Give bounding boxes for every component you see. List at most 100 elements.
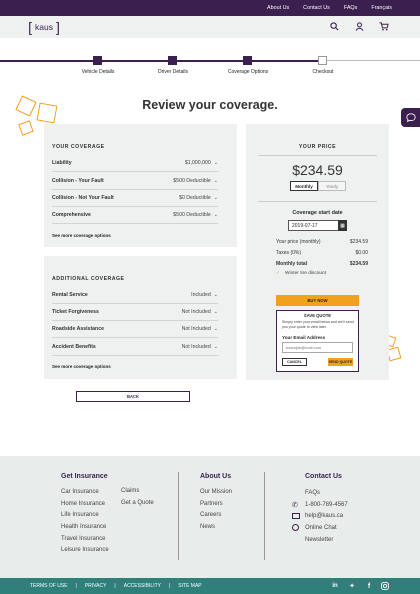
chevron-down-icon[interactable]: ⌄ xyxy=(214,344,218,350)
addon-row-roadside[interactable]: Roadside Assistance Not Included ⌄ xyxy=(52,321,218,338)
email-label: Your Email Address xyxy=(282,335,326,340)
page-title: Review your coverage. xyxy=(142,98,278,112)
addon-row-accident-benefits[interactable]: Accident Benefits Not Included ⌄ xyxy=(52,339,218,356)
footer-claims-list: Claims Get a Quote xyxy=(121,488,154,506)
search-icon[interactable] xyxy=(328,20,340,32)
linkedin-icon[interactable]: in xyxy=(330,581,340,591)
step-marker-driver[interactable] xyxy=(168,56,177,65)
sitemap-link[interactable]: SITE MAP xyxy=(178,583,201,589)
footer-email[interactable]: help@kaus.ca xyxy=(305,513,343,519)
footer-newsletter[interactable]: Newsletter xyxy=(305,537,333,543)
step-marker-checkout[interactable] xyxy=(318,56,327,65)
footer-link[interactable]: Leisure Insurance xyxy=(61,547,109,553)
deco-square xyxy=(18,120,34,136)
coverage-row-collision-not-your-fault[interactable]: Collision - Not Your Fault $0 Deductible… xyxy=(52,190,218,207)
step-label-driver: Driver Details xyxy=(157,69,188,75)
see-more-coverage-link[interactable]: See more coverage options xyxy=(52,233,111,238)
addon-label: Ticket Forgiveness xyxy=(52,309,99,315)
your-price-title: YOUR PRICE xyxy=(298,144,337,150)
chevron-down-icon[interactable]: ⌄ xyxy=(214,160,218,166)
user-icon[interactable] xyxy=(353,20,365,32)
chevron-down-icon[interactable]: ⌄ xyxy=(214,212,218,218)
separator: | xyxy=(168,583,171,589)
logo[interactable]: [ kaus ] xyxy=(28,18,60,35)
discount-label: Winter tire discount xyxy=(285,271,327,276)
step-label-checkout: Checkout xyxy=(312,69,334,75)
language-link[interactable]: Français xyxy=(371,5,392,11)
see-more-additional-link[interactable]: See more coverage options xyxy=(52,364,111,369)
addon-label: Accident Benefits xyxy=(52,344,96,350)
coverage-row-liability[interactable]: Liability $1,000,000 ⌄ xyxy=(52,155,218,172)
footer-link[interactable]: News xyxy=(200,524,232,530)
price-amount: $234.59 xyxy=(292,162,343,178)
logo-bracket-left: [ xyxy=(28,18,33,35)
footer-get-insurance-title: Get Insurance xyxy=(61,473,108,480)
chevron-down-icon[interactable]: ⌄ xyxy=(214,326,218,332)
price-line-label: Monthly total xyxy=(276,261,308,267)
footer-link[interactable]: Car Insurance xyxy=(61,489,109,495)
logo-text: kaus xyxy=(35,21,53,32)
price-line-value: $234.59 xyxy=(349,261,368,267)
footer-faqs-link[interactable]: FAQs xyxy=(305,490,320,496)
footer-link[interactable]: Travel Insurance xyxy=(61,536,109,542)
footer-link[interactable]: Home Insurance xyxy=(61,501,109,507)
phone-icon: ✆ xyxy=(292,502,298,509)
coverage-label: Liability xyxy=(52,160,72,166)
instagram-icon[interactable] xyxy=(380,581,390,591)
footer-link[interactable]: Claims xyxy=(121,488,154,494)
price-line-total: Monthly total $234.59 xyxy=(276,261,368,267)
monthly-toggle[interactable]: Monthly xyxy=(290,181,318,191)
cancel-button[interactable]: CANCEL xyxy=(282,358,307,366)
back-button[interactable]: BACK xyxy=(76,391,190,402)
footer-link[interactable]: Get a Quote xyxy=(121,500,154,506)
price-line-value: $234.59 xyxy=(349,239,368,245)
separator: | xyxy=(114,583,116,589)
footer-online-chat[interactable]: Online Chat xyxy=(305,525,337,531)
step-marker-vehicle[interactable] xyxy=(93,56,102,65)
calendar-icon[interactable]: ▦ xyxy=(338,220,347,231)
contact-link[interactable]: Contact Us xyxy=(303,5,330,11)
logo-bracket-right: ] xyxy=(55,18,60,35)
facebook-icon[interactable]: f xyxy=(364,581,374,591)
coverage-row-collision-your-fault[interactable]: Collision - Your Fault $500 Deductible ⌄ xyxy=(52,173,218,190)
addon-row-rental[interactable]: Rental Service Included ⌄ xyxy=(52,287,218,304)
chevron-down-icon[interactable]: ⌄ xyxy=(214,195,218,201)
footer-link[interactable]: Health Insurance xyxy=(61,524,109,530)
addon-value: Not Included xyxy=(181,309,211,315)
email-input[interactable] xyxy=(282,342,353,353)
chevron-down-icon[interactable]: ⌄ xyxy=(214,309,218,315)
terms-link[interactable]: TERMS OF USE xyxy=(30,583,68,589)
footer-link[interactable]: Our Mission xyxy=(200,489,232,495)
privacy-link[interactable]: PRIVACY xyxy=(85,583,107,589)
additional-coverage-title: ADDITIONAL COVERAGE xyxy=(52,276,125,282)
start-date-label: Coverage start date xyxy=(292,210,343,216)
footer-link[interactable]: Life Insurance xyxy=(61,512,109,518)
save-quote-title: SAVE QUOTE xyxy=(303,313,332,318)
addon-row-ticket-forgiveness[interactable]: Ticket Forgiveness Not Included ⌄ xyxy=(52,304,218,321)
step-marker-coverage[interactable] xyxy=(243,56,252,65)
chevron-down-icon[interactable]: ⌄ xyxy=(214,178,218,184)
faqs-link[interactable]: FAQs xyxy=(344,5,357,11)
coverage-value: $1,000,000 xyxy=(184,160,211,166)
footer-divider xyxy=(264,472,265,560)
progress-line-remaining xyxy=(322,60,420,61)
coverage-label: Comprehensive xyxy=(52,212,91,218)
save-quote-text: Simply enter your email below and we'll … xyxy=(282,320,354,329)
about-link[interactable]: About Us xyxy=(267,5,289,11)
footer-link[interactable]: Careers xyxy=(200,512,232,518)
footer-link[interactable]: Partners xyxy=(200,501,232,507)
twitter-icon[interactable]: ✦ xyxy=(347,581,357,591)
coverage-row-comprehensive[interactable]: Comprehensive $500 Deductible ⌄ xyxy=(52,207,218,224)
divider xyxy=(258,155,377,156)
step-label-vehicle: Vehicle Details xyxy=(81,69,115,75)
chevron-down-icon[interactable]: ⌄ xyxy=(214,292,218,298)
footer-phone[interactable]: 1-800-789-4567 xyxy=(305,502,348,508)
price-line-label: Your price (monthly) xyxy=(276,239,321,245)
chat-bubble-icon xyxy=(405,113,416,122)
yearly-toggle[interactable]: Yearly xyxy=(318,181,346,191)
accessibility-link[interactable]: ACCESSIBILITY xyxy=(124,583,161,589)
cart-icon[interactable] xyxy=(378,20,390,32)
buy-now-button[interactable]: BUY NOW xyxy=(276,295,359,306)
send-quote-button[interactable]: SEND QUOTE xyxy=(328,358,353,366)
separator: | xyxy=(75,583,77,589)
